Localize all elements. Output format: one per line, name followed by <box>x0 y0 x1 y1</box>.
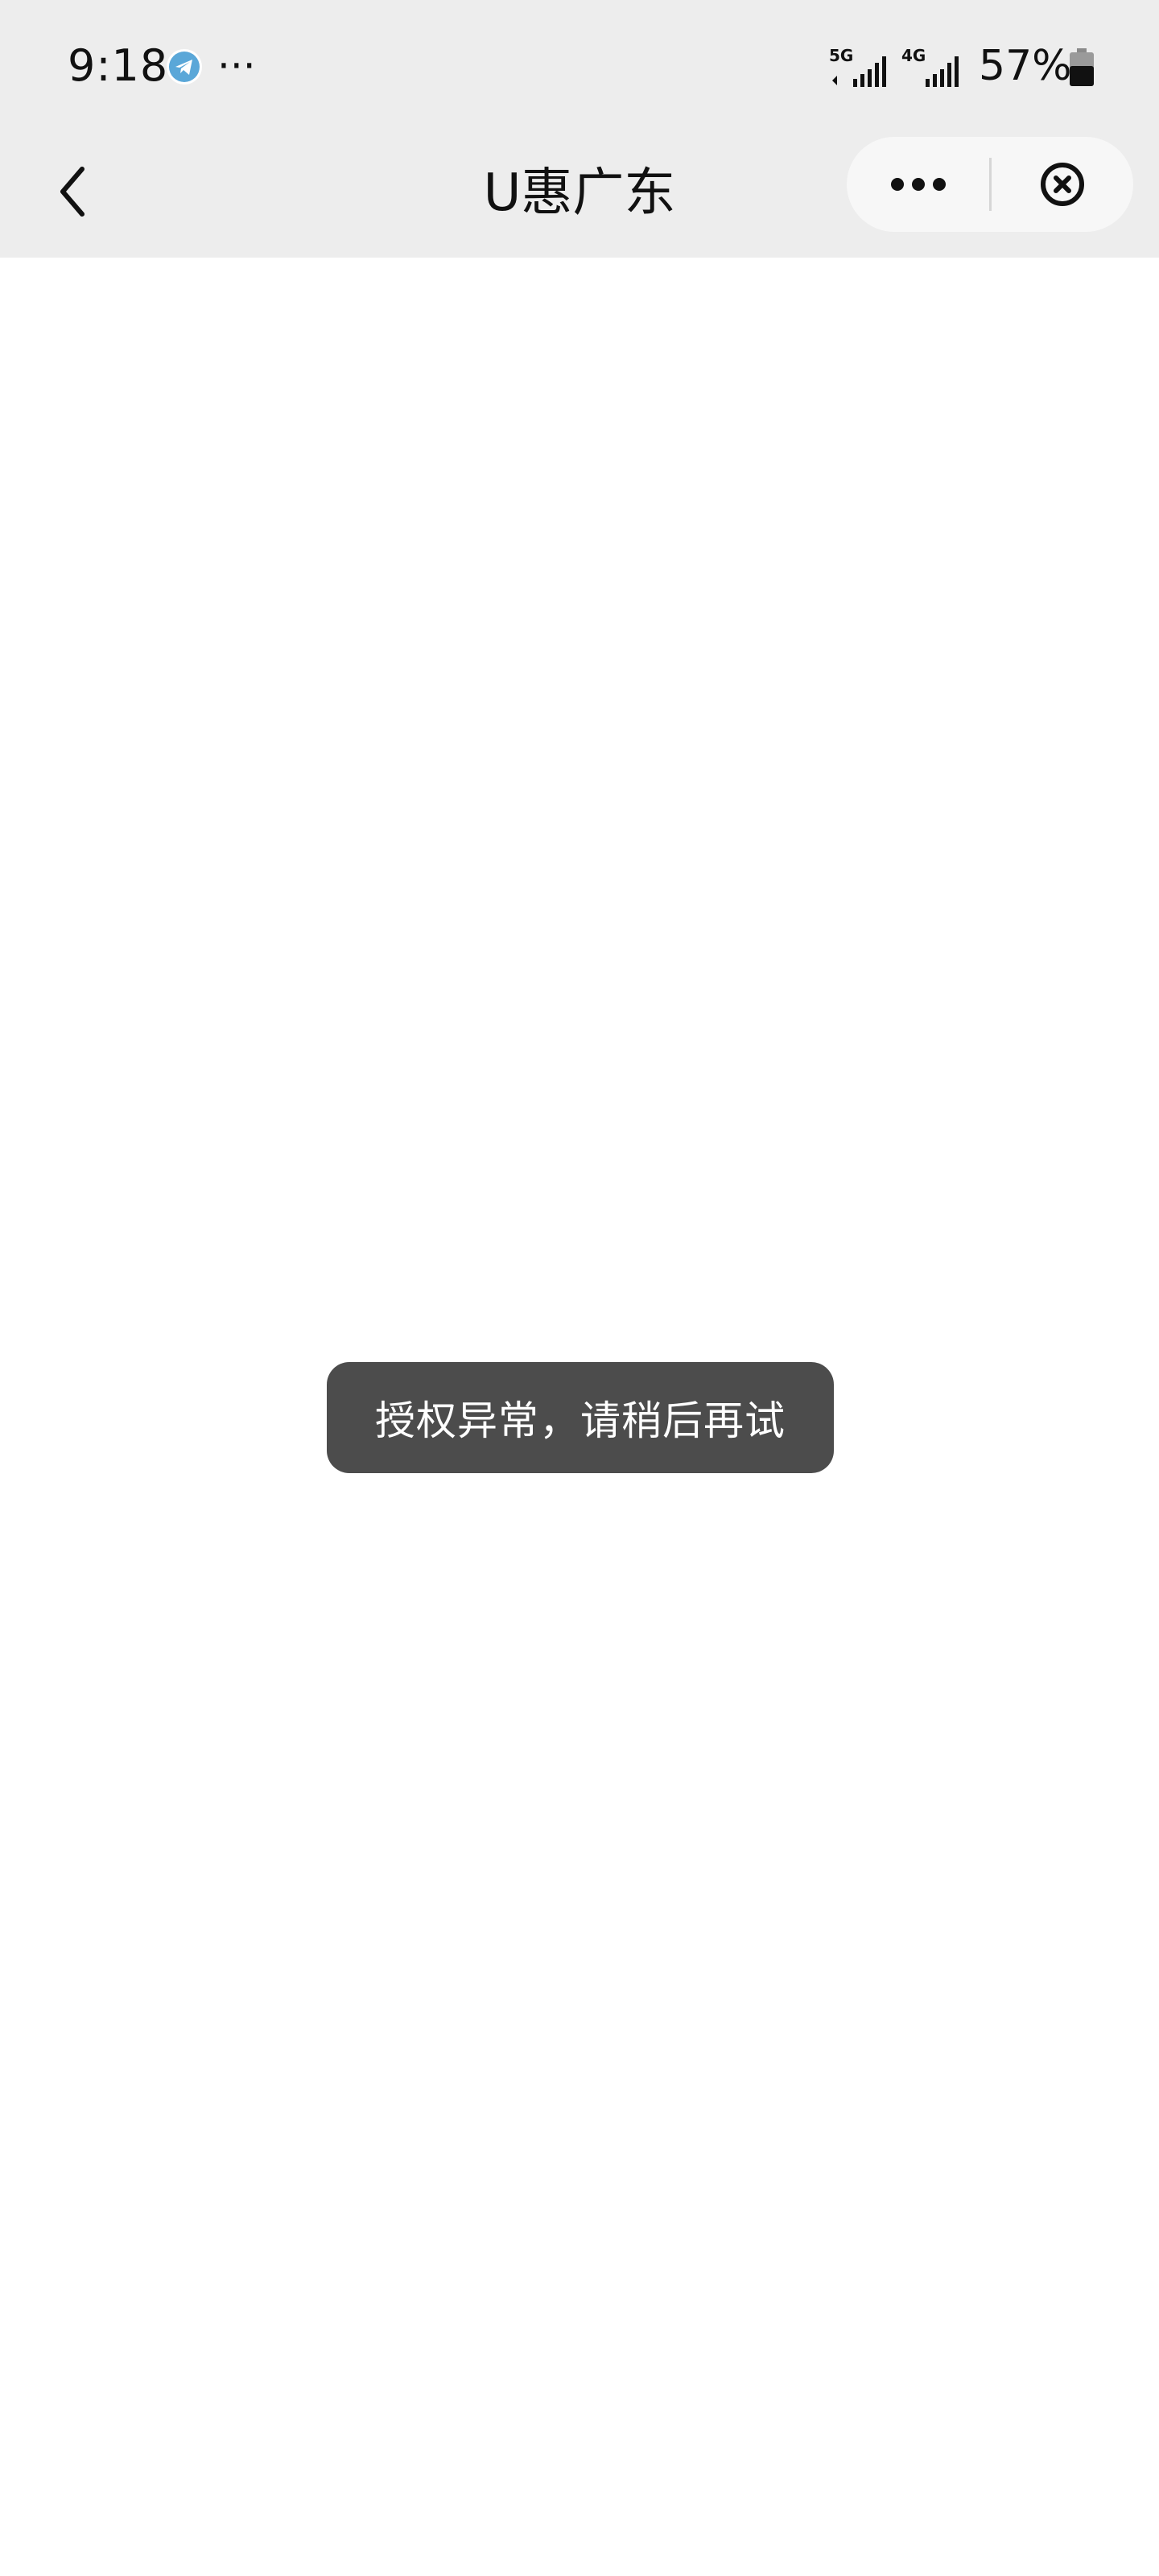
signal-4g-icon: 4G <box>901 46 959 87</box>
signal-5g-icon: 5G <box>829 46 886 87</box>
error-toast: 授权异常，请稍后再试 <box>327 1362 834 1473</box>
status-more-icon: ··· <box>217 43 256 89</box>
app-screen: 9:18 ··· 5G 4G 57% U惠广东 授权异常，请稍后再试 <box>0 0 1159 2576</box>
network-5g-label: 5G <box>829 46 853 65</box>
network-4g-label: 4G <box>901 46 926 65</box>
page-title: U惠广东 <box>483 163 676 223</box>
back-button[interactable] <box>32 151 113 232</box>
mini-program-capsule <box>847 137 1133 232</box>
status-bar: 9:18 ··· 5G 4G 57% <box>0 0 1159 129</box>
chevron-left-icon <box>60 167 85 217</box>
top-area: 9:18 ··· 5G 4G 57% U惠广东 <box>0 0 1159 258</box>
more-button[interactable] <box>847 137 989 232</box>
battery-icon <box>1070 48 1094 86</box>
nav-bar: U惠广东 <box>0 129 1159 258</box>
toast-message: 授权异常，请稍后再试 <box>375 1397 786 1444</box>
close-circle-icon <box>1041 163 1084 206</box>
telegram-icon <box>167 49 202 85</box>
close-button[interactable] <box>992 137 1133 232</box>
status-time: 9:18 <box>68 40 169 91</box>
battery-percentage: 57% <box>979 42 1072 90</box>
more-dots-icon <box>890 178 946 191</box>
